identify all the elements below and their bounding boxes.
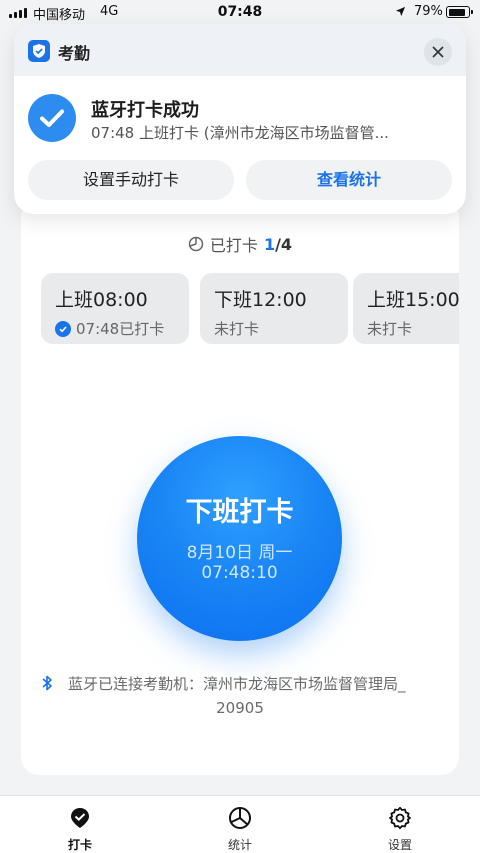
stats-pie-icon xyxy=(229,807,251,829)
notification-header: 考勤 xyxy=(14,24,466,76)
notification-subtitle: 07:48 上班打卡 (漳州市龙海区市场监督管... xyxy=(91,124,389,142)
shift-state: 07:48已打卡 xyxy=(76,320,165,338)
location-arrow-icon xyxy=(395,6,406,17)
tab-label: 统计 xyxy=(227,838,252,852)
bluetooth-text-line2: 20905 xyxy=(216,699,264,717)
tab-label: 设置 xyxy=(387,838,412,852)
notification-title: 蓝牙打卡成功 xyxy=(91,100,199,121)
checkin-summary: 已打卡 1/4 xyxy=(0,232,480,256)
shift-time: 上班15:00 xyxy=(367,289,459,311)
battery-icon xyxy=(446,6,473,18)
shift-state: 未打卡 xyxy=(367,320,413,338)
shift-time: 上班08:00 xyxy=(55,289,148,311)
app-name: 考勤 xyxy=(58,44,91,63)
punch-label: 下班打卡 xyxy=(185,497,294,528)
close-button[interactable] xyxy=(424,38,452,66)
close-icon xyxy=(432,46,444,58)
bluetooth-text-line1: 蓝牙已连接考勤机：漳州市龙海区市场监督管理局_ xyxy=(68,675,406,693)
summary-label: 已打卡 xyxy=(209,236,258,255)
success-check-icon xyxy=(28,94,76,142)
pie-chart-icon xyxy=(188,236,204,252)
tab-stats[interactable]: 统计 xyxy=(190,796,290,853)
tab-label: 打卡 xyxy=(67,838,92,852)
app-shield-icon xyxy=(28,40,50,62)
status-bar: 中国移动 4G 07:48 79% xyxy=(0,0,480,26)
shift-card[interactable]: 上班08:00 07:48已打卡 xyxy=(41,273,189,344)
gear-icon xyxy=(389,806,411,830)
checkin-icon xyxy=(71,808,89,828)
tab-checkin[interactable]: 打卡 xyxy=(30,796,130,853)
summary-total-count: /4 xyxy=(275,234,293,254)
checked-icon xyxy=(55,320,71,337)
shift-card[interactable]: 上班15:00 未打卡 xyxy=(353,273,459,344)
shift-time: 下班12:00 xyxy=(214,289,307,311)
shift-list: 上班08:00 07:48已打卡 下班12:00 未打卡 上班15:00 未打卡 xyxy=(41,273,459,345)
punch-button[interactable]: 下班打卡 8月10日 周一 07:48:10 xyxy=(137,436,342,641)
tab-settings[interactable]: 设置 xyxy=(350,796,450,853)
view-stats-button[interactable]: 查看统计 xyxy=(246,160,452,200)
notification-banner[interactable]: 考勤 蓝牙打卡成功 07:48 上班打卡 (漳州市龙海区市场监督管... 设置手… xyxy=(14,24,466,214)
battery-percentage: 79% xyxy=(414,4,443,19)
bluetooth-icon xyxy=(42,675,52,691)
status-time: 07:48 xyxy=(217,4,263,20)
shift-state: 未打卡 xyxy=(214,320,260,338)
summary-done-count: 1 xyxy=(263,234,276,254)
tab-bar: 打卡 统计 设置 xyxy=(0,795,480,853)
shift-card[interactable]: 下班12:00 未打卡 xyxy=(200,273,348,344)
manual-checkin-button[interactable]: 设置手动打卡 xyxy=(28,160,234,200)
punch-date: 8月10日 周一 xyxy=(186,543,293,563)
punch-time: 07:48:10 xyxy=(201,563,278,583)
